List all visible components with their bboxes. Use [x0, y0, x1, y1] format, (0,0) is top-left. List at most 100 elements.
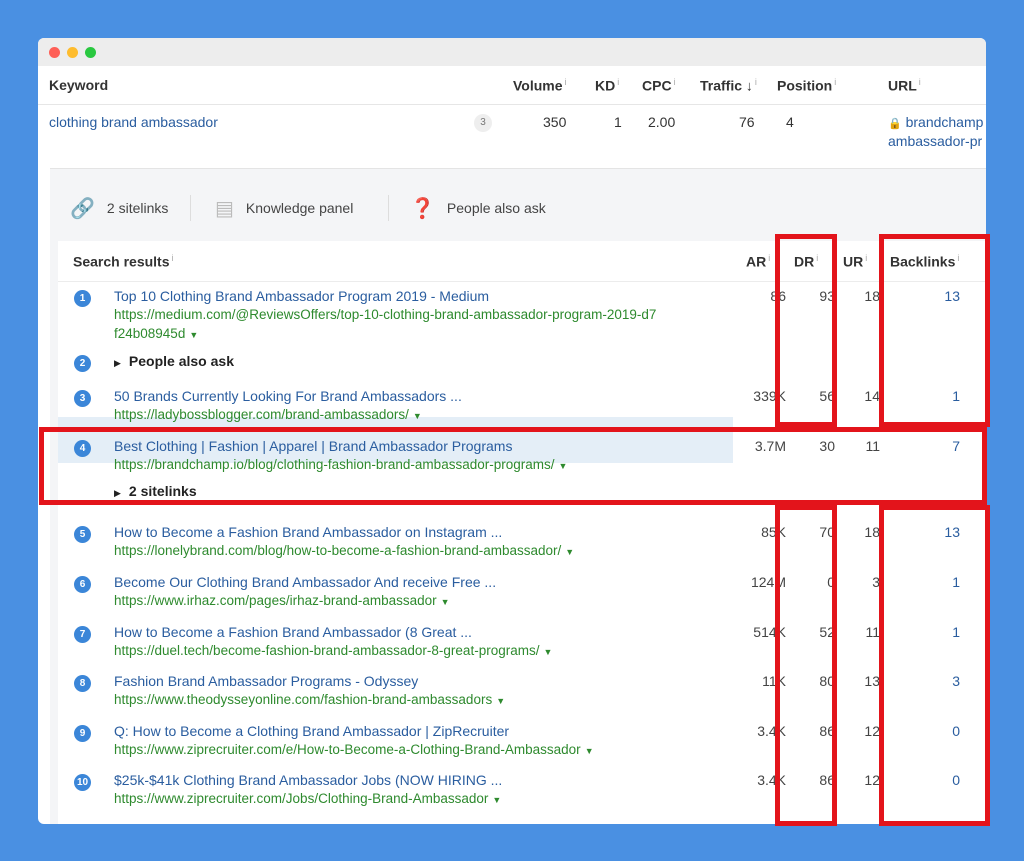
ur-value: 11: [865, 624, 880, 640]
search-result-row: 1 Top 10 Clothing Brand Ambassador Progr…: [58, 285, 986, 345]
result-title-link[interactable]: $25k-$41k Clothing Brand Ambassador Jobs…: [114, 772, 502, 788]
column-ur[interactable]: UR i: [843, 253, 867, 270]
info-icon[interactable]: i: [919, 77, 921, 87]
dropdown-caret-icon[interactable]: ▼: [413, 411, 422, 421]
search-result-row: 8 Fashion Brand Ambassador Programs - Od…: [58, 670, 986, 710]
info-icon[interactable]: i: [565, 77, 567, 87]
column-volume[interactable]: Volume i: [513, 77, 567, 94]
dropdown-caret-icon[interactable]: ▼: [441, 597, 450, 607]
column-url[interactable]: URL i: [888, 77, 921, 94]
dropdown-caret-icon[interactable]: ▼: [492, 795, 501, 805]
annotation-box-dr-bottom: [775, 505, 837, 826]
position-badge: 3: [74, 390, 91, 407]
dropdown-caret-icon[interactable]: ▼: [565, 547, 574, 557]
info-icon[interactable]: i: [755, 77, 757, 87]
position-badge: 5: [74, 526, 91, 543]
feature-knowledge-panel[interactable]: ▤ Knowledge panel: [215, 191, 353, 225]
search-result-row: 10 $25k-$41k Clothing Brand Ambassador J…: [58, 769, 986, 809]
search-result-row: 9 Q: How to Become a Clothing Brand Amba…: [58, 720, 986, 760]
result-url[interactable]: https://medium.com/@ReviewsOffers/top-10…: [114, 307, 656, 322]
column-kd[interactable]: KD i: [595, 77, 619, 94]
result-url[interactable]: https://www.theodysseyonline.com/fashion…: [114, 692, 505, 707]
result-title-link[interactable]: Q: How to Become a Clothing Brand Ambass…: [114, 723, 509, 739]
question-icon: ❓: [410, 197, 435, 220]
info-icon[interactable]: i: [865, 253, 867, 263]
search-result-row: 6 Become Our Clothing Brand Ambassador A…: [58, 571, 986, 611]
info-icon[interactable]: i: [674, 77, 676, 87]
position-badge: 6: [74, 576, 91, 593]
annotation-box-dr-top: [775, 234, 837, 427]
result-url[interactable]: https://duel.tech/become-fashion-brand-a…: [114, 643, 552, 658]
traffic-value: 76: [739, 114, 755, 130]
result-url[interactable]: https://lonelybrand.com/blog/how-to-beco…: [114, 543, 574, 558]
position-value: 4: [786, 114, 794, 130]
dropdown-caret-icon[interactable]: ▼: [543, 647, 552, 657]
column-search-results[interactable]: Search results i: [73, 253, 174, 270]
position-badge: 9: [74, 725, 91, 742]
title-bar: [38, 38, 986, 66]
result-title-link[interactable]: How to Become a Fashion Brand Ambassador…: [114, 624, 472, 640]
minimize-window-button[interactable]: [67, 47, 78, 58]
search-results-table: Search results i AR i DR i UR i Backlinks i 1…: [58, 241, 986, 824]
position-badge: 10: [74, 774, 91, 791]
maximize-window-button[interactable]: [85, 47, 96, 58]
result-title-link[interactable]: Become Our Clothing Brand Ambassador And…: [114, 574, 496, 590]
kd-value: 1: [614, 114, 622, 130]
ur-value: 18: [864, 288, 880, 304]
result-title-link[interactable]: How to Become a Fashion Brand Ambassador…: [114, 524, 502, 540]
expand-arrow-icon: ▶: [114, 358, 121, 368]
info-icon[interactable]: i: [617, 77, 619, 87]
lock-icon: 🔒: [888, 118, 902, 130]
result-url[interactable]: https://ladybossblogger.com/brand-ambass…: [114, 407, 422, 422]
keyword-table-header: Keyword Volume i KD i CPC i Traffic ↓ i Posi…: [38, 66, 986, 105]
position-badge: 7: [74, 626, 91, 643]
column-keyword[interactable]: Keyword: [49, 77, 108, 93]
sort-down-icon: ↓: [745, 77, 753, 94]
annotation-box-backlinks-bottom: [879, 505, 990, 826]
result-url[interactable]: https://www.ziprecruiter.com/e/How-to-Be…: [114, 742, 594, 757]
list-icon: ▤: [215, 197, 234, 220]
ur-value: 12: [864, 723, 880, 739]
dropdown-caret-icon[interactable]: ▼: [496, 696, 505, 706]
info-icon[interactable]: i: [834, 77, 836, 87]
cpc-value: 2.00: [648, 114, 676, 130]
position-badge: 2: [74, 355, 91, 372]
result-title-link[interactable]: 50 Brands Currently Looking For Brand Am…: [114, 388, 462, 404]
column-position[interactable]: Position i: [777, 77, 836, 94]
search-result-row: 5 How to Become a Fashion Brand Ambassad…: [58, 521, 986, 561]
result-url-continued[interactable]: f24b08945d ▼: [114, 326, 198, 341]
keyword-row: clothing brand ambassador 3 350 1 2.00 7…: [38, 104, 986, 164]
dropdown-caret-icon[interactable]: ▼: [189, 330, 198, 340]
ur-value: 18: [864, 524, 880, 540]
feature-people-also-ask[interactable]: ❓ People also ask: [410, 191, 546, 225]
column-traffic[interactable]: Traffic ↓ i: [700, 77, 757, 94]
info-icon[interactable]: i: [768, 253, 770, 263]
ur-value: 13: [864, 673, 880, 689]
column-cpc[interactable]: CPC i: [642, 77, 676, 94]
close-window-button[interactable]: [49, 47, 60, 58]
people-also-ask-toggle[interactable]: ▶ People also ask: [114, 353, 234, 369]
divider: [190, 195, 191, 221]
url-link[interactable]: 🔒 brandchamp: [888, 114, 983, 130]
keyword-count-badge: 3: [474, 114, 492, 132]
info-icon[interactable]: i: [172, 253, 174, 263]
search-results-header: Search results i AR i DR i UR i Backlinks i: [58, 241, 986, 282]
divider: [388, 195, 389, 221]
search-result-row: 3 50 Brands Currently Looking For Brand …: [58, 385, 986, 425]
position-badge: 8: [74, 675, 91, 692]
annotation-box-backlinks-top: [879, 234, 990, 427]
annotation-box-highlighted-row: [39, 427, 987, 505]
column-ar[interactable]: AR i: [746, 253, 770, 270]
result-title-link[interactable]: Fashion Brand Ambassador Programs - Odys…: [114, 673, 418, 689]
result-title-link[interactable]: Top 10 Clothing Brand Ambassador Program…: [114, 288, 489, 304]
result-url[interactable]: https://www.irhaz.com/pages/irhaz-brand-…: [114, 593, 450, 608]
dropdown-caret-icon[interactable]: ▼: [585, 746, 594, 756]
search-result-row: 2 ▶ People also ask: [58, 349, 986, 377]
ur-value: 14: [864, 388, 880, 404]
url-link-continued[interactable]: ambassador-pr: [888, 133, 982, 149]
keyword-link[interactable]: clothing brand ambassador: [49, 114, 218, 130]
feature-sitelinks[interactable]: 🔗 2 sitelinks: [70, 191, 168, 225]
result-url[interactable]: https://www.ziprecruiter.com/Jobs/Clothi…: [114, 791, 501, 806]
volume-value: 350: [543, 114, 567, 130]
link-icon: 🔗: [70, 197, 95, 220]
